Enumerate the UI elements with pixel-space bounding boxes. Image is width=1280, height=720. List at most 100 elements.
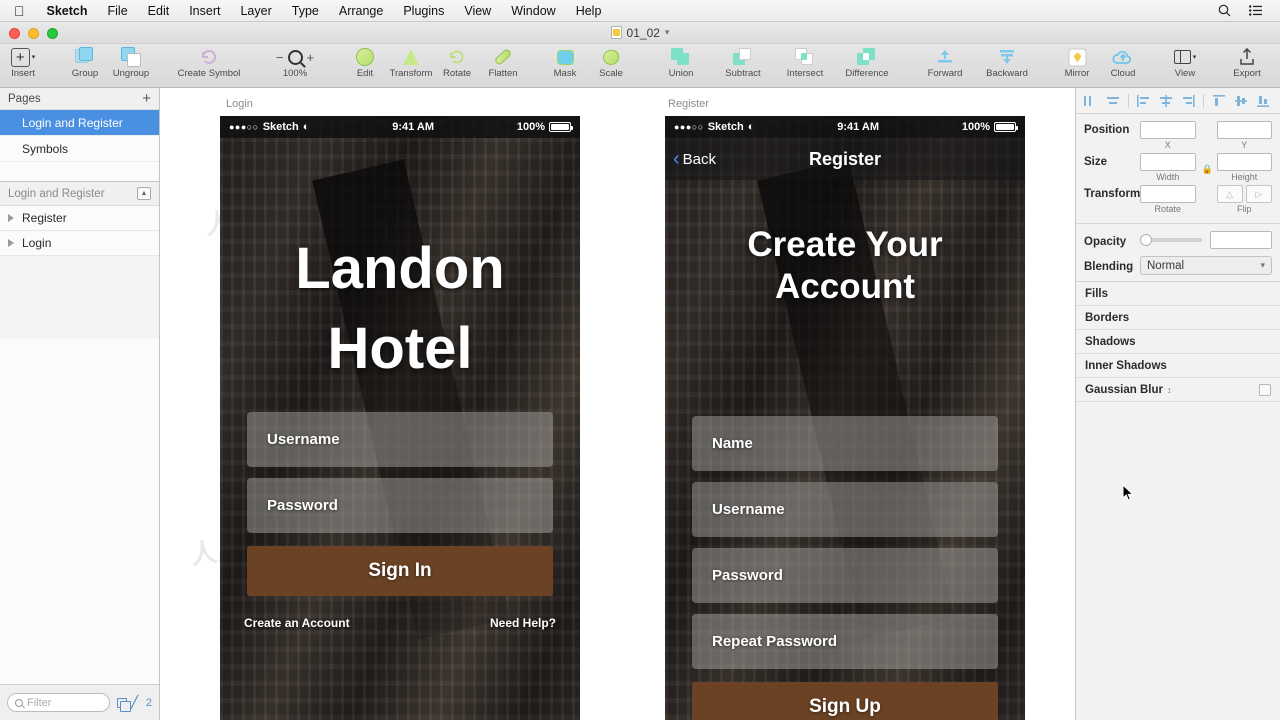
minimize-button[interactable] <box>28 28 39 39</box>
forward-button[interactable]: Forward <box>914 44 976 88</box>
align-top-icon[interactable] <box>1209 92 1229 110</box>
group-button[interactable]: Group <box>62 44 108 88</box>
create-symbol-button[interactable]: Create Symbol <box>170 44 248 88</box>
menu-item-layer[interactable]: Layer <box>230 4 281 18</box>
align-left-icon[interactable] <box>1081 92 1101 110</box>
canvas-area[interactable]: 人人素材 人人素材 Login ●●●○○ Sketch ◐ 9:41 AM 1… <box>160 88 1075 720</box>
artboard-label-register[interactable]: Register <box>668 98 709 110</box>
rotate-button[interactable]: Rotate <box>434 44 480 88</box>
zoom-out-icon[interactable]: − <box>276 50 284 65</box>
gaussian-blur-section-header[interactable]: Gaussian Blur ↕ <box>1076 378 1280 402</box>
collapse-layers-icon[interactable]: ▲ <box>137 187 151 200</box>
difference-button[interactable]: Difference <box>836 44 898 88</box>
transform-button[interactable]: Transform <box>388 44 434 88</box>
filter-input[interactable]: Filter <box>7 693 110 712</box>
mirror-button[interactable]: Mirror <box>1054 44 1100 88</box>
menu-item-plugins[interactable]: Plugins <box>393 4 454 18</box>
menu-item-edit[interactable]: Edit <box>138 4 180 18</box>
zoom-in-icon[interactable]: + <box>307 50 315 65</box>
align-middle-icon[interactable] <box>1231 92 1251 110</box>
artboard-login[interactable]: ●●●○○ Sketch ◐ 9:41 AM 100% Landon Hotel… <box>220 116 580 720</box>
flip-vertical-button[interactable]: ▷ <box>1245 185 1272 203</box>
rotate-input[interactable] <box>1140 185 1196 203</box>
apple-logo-icon[interactable]:  <box>8 4 37 18</box>
menu-item-arrange[interactable]: Arrange <box>329 4 393 18</box>
register-sign-up-button[interactable]: Sign Up <box>692 682 998 720</box>
page-item-login-and-register[interactable]: Login and Register <box>0 110 159 136</box>
insert-button[interactable]: + ▾ Insert <box>0 44 46 88</box>
artboard-register[interactable]: ●●●○○ Sketch ◐ 9:41 AM 100% ‹ Back Regis… <box>665 116 1025 720</box>
chevron-down-icon[interactable]: ▾ <box>665 27 670 38</box>
menu-item-file[interactable]: File <box>98 4 138 18</box>
search-icon[interactable] <box>1209 4 1240 17</box>
transform-label: Transform <box>1084 188 1141 200</box>
size-height-input[interactable] <box>1216 153 1272 171</box>
export-button[interactable]: Export <box>1224 44 1270 88</box>
menu-item-sketch[interactable]: Sketch <box>37 4 98 18</box>
position-x-input[interactable] <box>1140 121 1196 139</box>
layer-item-register[interactable]: Register <box>0 206 159 231</box>
layer-count: 2 <box>145 696 152 709</box>
flatten-button[interactable]: Flatten <box>480 44 526 88</box>
edit-button[interactable]: Edit <box>342 44 388 88</box>
ungroup-button[interactable]: Ungroup <box>108 44 154 88</box>
pen-icon[interactable]: ╱ <box>131 696 142 708</box>
scale-button[interactable]: Scale <box>588 44 634 88</box>
maximize-button[interactable] <box>47 28 58 39</box>
cloud-button[interactable]: Cloud <box>1100 44 1146 88</box>
lock-aspect-icon[interactable]: 🔒 <box>1202 161 1213 175</box>
stepper-icon[interactable]: ↕ <box>1167 385 1172 395</box>
layer-item-login[interactable]: Login <box>0 231 159 256</box>
register-password-field[interactable]: Password <box>692 548 998 603</box>
login-password-field[interactable]: Password <box>247 478 553 533</box>
login-username-field[interactable]: Username <box>247 412 553 467</box>
mouse-cursor <box>1122 483 1134 502</box>
opacity-slider-knob[interactable] <box>1140 234 1152 246</box>
menu-item-help[interactable]: Help <box>566 4 612 18</box>
position-y-input[interactable] <box>1216 121 1272 139</box>
borders-section-header[interactable]: Borders <box>1076 306 1280 330</box>
register-username-field[interactable]: Username <box>692 482 998 537</box>
disclosure-triangle-icon[interactable] <box>8 214 14 222</box>
opacity-slider[interactable] <box>1140 234 1202 246</box>
backward-button[interactable]: Backward <box>976 44 1038 88</box>
menu-item-window[interactable]: Window <box>501 4 565 18</box>
disclosure-triangle-icon[interactable] <box>8 239 14 247</box>
size-width-input[interactable] <box>1140 153 1196 171</box>
inner-shadows-section-header[interactable]: Inner Shadows <box>1076 354 1280 378</box>
view-button[interactable]: ▾ View <box>1162 44 1208 88</box>
union-button[interactable]: Union <box>650 44 712 88</box>
align-right-icon[interactable] <box>1134 92 1154 110</box>
add-page-icon[interactable]: + <box>142 91 151 106</box>
align-center-horizontal-icon[interactable] <box>1103 92 1123 110</box>
align-horizontal-end-icon[interactable] <box>1178 92 1198 110</box>
mask-button[interactable]: Mask <box>542 44 588 88</box>
shadows-section-header[interactable]: Shadows <box>1076 330 1280 354</box>
inner-shadows-label: Inner Shadows <box>1085 359 1167 372</box>
opacity-input[interactable] <box>1210 231 1272 249</box>
login-sign-in-button[interactable]: Sign In <box>247 546 553 596</box>
page-item-symbols[interactable]: Symbols <box>0 136 159 162</box>
gaussian-blur-checkbox[interactable] <box>1259 383 1271 396</box>
fills-section-header[interactable]: Fills <box>1076 282 1280 306</box>
menu-item-view[interactable]: View <box>454 4 501 18</box>
align-bottom-icon[interactable] <box>1253 92 1273 110</box>
flip-horizontal-button[interactable]: △ <box>1216 185 1243 203</box>
artboard-label-login[interactable]: Login <box>226 98 253 110</box>
distribute-horizontal-icon[interactable] <box>1156 92 1176 110</box>
back-button[interactable]: ‹ Back <box>665 149 716 169</box>
menu-item-type[interactable]: Type <box>282 4 329 18</box>
register-name-field[interactable]: Name <box>692 416 998 471</box>
menu-item-insert[interactable]: Insert <box>179 4 230 18</box>
list-icon[interactable] <box>1240 5 1272 16</box>
need-help-link[interactable]: Need Help? <box>490 616 556 630</box>
intersect-button[interactable]: Intersect <box>774 44 836 88</box>
subtract-button[interactable]: Subtract <box>712 44 774 88</box>
blending-select[interactable]: Normal ▾ <box>1140 256 1272 275</box>
document-title-group[interactable]: 01_02 ▾ <box>610 26 670 40</box>
zoom-control[interactable]: − + 100% <box>264 44 326 88</box>
register-repeat-password-field[interactable]: Repeat Password <box>692 614 998 669</box>
artboard-icon[interactable] <box>116 697 131 712</box>
close-button[interactable] <box>9 28 20 39</box>
create-account-link[interactable]: Create an Account <box>244 616 350 630</box>
